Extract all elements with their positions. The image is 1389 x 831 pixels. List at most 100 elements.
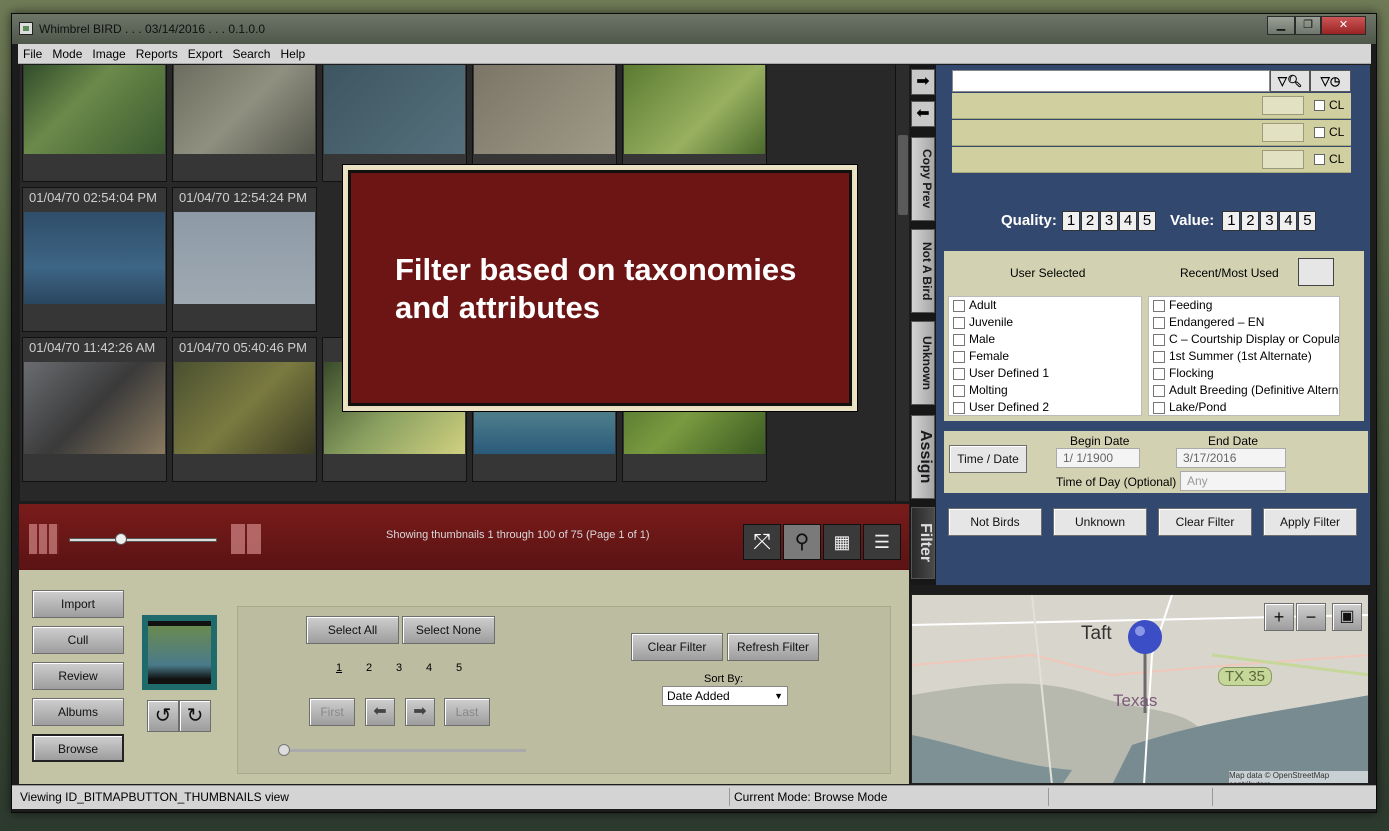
page-slider-handle[interactable]	[278, 744, 290, 756]
taxonomy-row[interactable]: CL	[952, 93, 1351, 119]
sort-by-select[interactable]: Date Added ▼	[662, 686, 788, 706]
expand-icon[interactable]	[1298, 258, 1334, 286]
next-page-button[interactable]: ➡	[405, 698, 435, 726]
value-1[interactable]: 1	[1222, 211, 1241, 231]
rotate-right-button[interactable]: ↻	[179, 700, 211, 732]
not-birds-button[interactable]: Not Birds	[948, 508, 1042, 536]
taxonomy-row[interactable]: CL	[952, 147, 1351, 173]
page-link-4[interactable]: 4	[426, 662, 432, 674]
restore-button[interactable]: ❐	[1295, 16, 1321, 35]
quality-2[interactable]: 2	[1081, 211, 1100, 231]
menu-reports[interactable]: Reports	[131, 44, 183, 64]
location-map[interactable]: Taft Texas TX 35 + − ▣ Map data © OpenSt…	[911, 594, 1369, 784]
attribute-checkbox-adult[interactable]: Adult	[949, 297, 1141, 314]
attribute-checkbox-adult-breeding[interactable]: Adult Breeding (Definitive Alternate)	[1149, 382, 1339, 399]
zoom-in-button[interactable]: +	[1264, 603, 1294, 631]
value-3[interactable]: 3	[1260, 211, 1279, 231]
tab-copy-prev[interactable]: Copy Prev	[911, 137, 935, 221]
menu-image[interactable]: Image	[87, 44, 130, 64]
review-button[interactable]: Review	[32, 662, 124, 690]
first-page-button[interactable]: First	[309, 698, 355, 726]
attribute-checkbox-user-defined-1[interactable]: User Defined 1	[949, 365, 1141, 382]
count-box[interactable]	[1262, 123, 1304, 142]
count-box[interactable]	[1262, 96, 1304, 115]
bird-view-icon[interactable]: ⚲	[783, 524, 821, 560]
attribute-checkbox-1st-summer[interactable]: 1st Summer (1st Alternate)	[1149, 348, 1339, 365]
attribute-checkbox-endangered[interactable]: Endangered – EN	[1149, 314, 1339, 331]
menu-file[interactable]: File	[18, 44, 47, 64]
time-of-day-select[interactable]: Any	[1180, 471, 1286, 491]
menu-export[interactable]: Export	[183, 44, 228, 64]
cl-checkbox[interactable]	[1314, 100, 1325, 111]
menu-mode[interactable]: Mode	[47, 44, 87, 64]
thumbnail[interactable]	[172, 65, 317, 182]
fullscreen-icon[interactable]: ⤧	[743, 524, 781, 560]
attribute-checkbox-juvenile[interactable]: Juvenile	[949, 314, 1141, 331]
taxonomy-search-input[interactable]	[952, 70, 1270, 92]
small-grid-icon[interactable]	[29, 524, 59, 554]
thumbnail[interactable]: 01/04/70 11:42:26 AM	[22, 337, 167, 482]
large-grid-icon[interactable]	[231, 524, 261, 554]
clear-filter-button[interactable]: Clear Filter	[631, 633, 723, 661]
value-4[interactable]: 4	[1279, 211, 1298, 231]
page-link-2[interactable]: 2	[366, 662, 372, 674]
time-date-button[interactable]: Time / Date	[949, 445, 1027, 473]
minimize-button[interactable]: ▁	[1267, 16, 1295, 35]
thumbnail-scrollbar[interactable]	[895, 65, 909, 501]
search-filter-icon[interactable]: ▽🔍︎	[1270, 70, 1310, 92]
clear-filter-button-right[interactable]: Clear Filter	[1158, 508, 1252, 536]
page-link-1[interactable]: 1	[336, 662, 342, 674]
thumbnail[interactable]: 01/04/70 12:54:24 PM	[172, 187, 317, 332]
quality-1[interactable]: 1	[1062, 211, 1081, 231]
attribute-checkbox-male[interactable]: Male	[949, 331, 1141, 348]
albums-button[interactable]: Albums	[32, 698, 124, 726]
quality-4[interactable]: 4	[1119, 211, 1138, 231]
scrollbar-thumb[interactable]	[898, 135, 908, 215]
apply-filter-button[interactable]: Apply Filter	[1263, 508, 1357, 536]
count-box[interactable]	[1262, 150, 1304, 169]
tab-assign[interactable]: Assign	[911, 415, 935, 499]
begin-date-field[interactable]: 1/ 1/1900	[1056, 448, 1140, 468]
clock-filter-icon[interactable]: ▽◷	[1310, 70, 1351, 92]
list-view-icon[interactable]: ☰	[863, 524, 901, 560]
cull-button[interactable]: Cull	[32, 626, 124, 654]
cl-checkbox[interactable]	[1314, 127, 1325, 138]
quality-3[interactable]: 3	[1100, 211, 1119, 231]
tab-not-a-bird[interactable]: Not A Bird	[911, 229, 935, 313]
value-2[interactable]: 2	[1241, 211, 1260, 231]
close-button[interactable]: ✕	[1321, 16, 1366, 35]
end-date-field[interactable]: 3/17/2016	[1176, 448, 1286, 468]
last-page-button[interactable]: Last	[444, 698, 490, 726]
attribute-checkbox-user-defined-2[interactable]: User Defined 2	[949, 399, 1141, 415]
refresh-filter-button[interactable]: Refresh Filter	[727, 633, 819, 661]
cl-checkbox[interactable]	[1314, 154, 1325, 165]
zoom-out-button[interactable]: −	[1296, 603, 1326, 631]
tab-unknown[interactable]: Unknown	[911, 321, 935, 405]
value-5[interactable]: 5	[1298, 211, 1317, 231]
attribute-checkbox-female[interactable]: Female	[949, 348, 1141, 365]
arrow-right-icon[interactable]: ➡	[911, 69, 935, 95]
quality-5[interactable]: 5	[1138, 211, 1157, 231]
arrow-left-icon[interactable]: ⬅	[911, 101, 935, 127]
import-button[interactable]: Import	[32, 590, 124, 618]
page-link-5[interactable]: 5	[456, 662, 462, 674]
thumbnail-size-slider[interactable]	[69, 538, 217, 542]
prev-page-button[interactable]: ⬅	[365, 698, 395, 726]
thumbnails-view-icon[interactable]: ▦	[823, 524, 861, 560]
page-link-3[interactable]: 3	[396, 662, 402, 674]
tab-filter[interactable]: Filter	[911, 507, 935, 579]
map-fullscreen-button[interactable]: ▣	[1332, 603, 1362, 631]
rotate-left-button[interactable]: ↺	[147, 700, 179, 732]
menu-help[interactable]: Help	[275, 44, 310, 64]
select-none-button[interactable]: Select None	[402, 616, 495, 644]
attribute-checkbox-molting[interactable]: Molting	[949, 382, 1141, 399]
menu-search[interactable]: Search	[227, 44, 275, 64]
thumbnail[interactable]: 01/04/70 05:40:46 PM	[172, 337, 317, 482]
page-slider[interactable]	[280, 749, 526, 752]
browse-button[interactable]: Browse	[32, 734, 124, 762]
attribute-checkbox-lake-pond[interactable]: Lake/Pond	[1149, 399, 1339, 415]
taxonomy-row[interactable]: CL	[952, 120, 1351, 146]
thumbnail[interactable]	[22, 65, 167, 182]
thumbnail[interactable]: 01/04/70 02:54:04 PM	[22, 187, 167, 332]
select-all-button[interactable]: Select All	[306, 616, 399, 644]
